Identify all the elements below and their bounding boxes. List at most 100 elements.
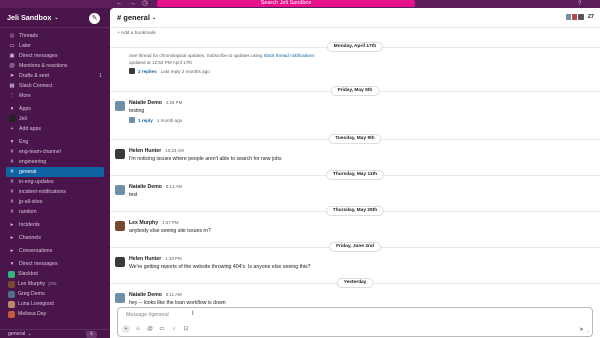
- apps-section-header[interactable]: ▾ Apps: [0, 104, 110, 114]
- add-bookmark-button[interactable]: + Add a bookmark: [117, 29, 156, 38]
- member-avatars[interactable]: 27: [564, 13, 594, 21]
- sidebar-channel-random[interactable]: # random: [0, 207, 110, 217]
- message-author[interactable]: Natalie Demo 8:11 AM: [129, 292, 182, 298]
- dm-label: Slackbot: [18, 271, 38, 277]
- sidebar-dm-luna-lovegood[interactable]: Luna Lovegood: [0, 299, 110, 309]
- message-author[interactable]: Natalie Demo 4:26 PM: [129, 100, 182, 106]
- message-author[interactable]: Helen Hunter 10:23 AM: [129, 148, 184, 154]
- date-pill[interactable]: Friday, June 2nd: [329, 242, 381, 252]
- channel-label: in-eng-updates: [19, 179, 54, 185]
- reply-count[interactable]: 1 reply: [138, 118, 153, 123]
- sidebar-item-label: Jeli: [19, 116, 27, 122]
- date-pill[interactable]: Tuesday, May 9th: [328, 134, 382, 144]
- channel-title[interactable]: # general: [117, 13, 150, 22]
- section-label: Channels: [19, 235, 41, 241]
- sidebar-item-direct-messages[interactable]: ▣ Direct messages: [0, 51, 110, 61]
- footer-channel-label: general: [8, 331, 26, 337]
- eng-section-header[interactable]: ▾ Eng: [0, 137, 110, 147]
- message-time[interactable]: 10:23 AM: [165, 148, 184, 153]
- avatar: [8, 280, 15, 288]
- date-divider: Monday, April 17th: [110, 42, 600, 52]
- hash-icon: #: [10, 149, 14, 155]
- message-time[interactable]: 8:13 AM: [166, 184, 182, 189]
- history-clock-icon[interactable]: ◷: [142, 0, 148, 8]
- section-label: Eng: [19, 139, 29, 145]
- help-icon[interactable]: ?: [578, 0, 581, 8]
- sidebar-dm-melissa-day[interactable]: Melissa Day: [0, 309, 110, 319]
- sidebar-item-threads[interactable]: ◎ Threads: [0, 31, 110, 41]
- channels-section-header[interactable]: ▸ Channels: [0, 233, 110, 243]
- sidebar-item-label: Mentions & reactions: [19, 63, 68, 69]
- sidebar-dm-lex-murphy[interactable]: Lex Murphy you: [0, 279, 110, 289]
- thread-replies[interactable]: 2 replies Last reply 2 months ago: [129, 68, 210, 74]
- conversations-section-header[interactable]: ▸ Conversations: [0, 246, 110, 256]
- sidebar-dm-slackbot[interactable]: Slackbot: [0, 269, 110, 279]
- message-text: We're getting reports of the website thr…: [129, 264, 311, 270]
- date-pill[interactable]: Thursday, May 11th: [325, 170, 385, 180]
- sidebar-item-label: Later: [19, 43, 31, 49]
- dm-label: Greg Demo: [18, 291, 45, 297]
- date-pill[interactable]: Monday, April 17th: [326, 42, 384, 52]
- hash-icon: #: [10, 189, 14, 195]
- mention-icon[interactable]: @: [146, 325, 154, 333]
- download-icon[interactable]: ⇩: [86, 331, 97, 338]
- reply-count[interactable]: 2 replies: [138, 69, 157, 74]
- sidebar-channel-in-eng-updates[interactable]: # in-eng-updates: [0, 177, 110, 187]
- date-pill[interactable]: Thursday, May 25th: [325, 206, 385, 216]
- video-icon[interactable]: ▭: [158, 325, 166, 333]
- date-divider: Friday, June 2nd: [110, 242, 600, 252]
- forward-arrow-icon[interactable]: →: [129, 0, 136, 8]
- back-arrow-icon[interactable]: ←: [116, 0, 123, 8]
- avatar: [129, 68, 135, 74]
- sidebar-channel-incident-notifications[interactable]: # incident-notifications: [0, 187, 110, 197]
- message-author[interactable]: Helen Hunter 1:33 PM: [129, 256, 182, 262]
- sidebar-channel-eng-team-channel[interactable]: # eng-team-channel: [0, 147, 110, 157]
- sidebar-item-add-apps[interactable]: + Add apps: [0, 124, 110, 134]
- message-input[interactable]: Message #general: [126, 312, 169, 318]
- message-time[interactable]: 8:11 AM: [166, 292, 182, 297]
- message-author[interactable]: Natalie Demo 8:13 AM: [129, 184, 182, 190]
- send-icon[interactable]: ➤: [579, 326, 584, 333]
- sidebar-item-mentions[interactable]: @ Mentions & reactions: [0, 61, 110, 71]
- date-pill[interactable]: Yesterday: [336, 278, 374, 288]
- microphone-icon[interactable]: ♪: [170, 325, 178, 333]
- shortcuts-icon[interactable]: ⊡: [182, 325, 190, 333]
- message-time[interactable]: 1:37 PM: [162, 220, 178, 225]
- member-count: 27: [587, 14, 594, 20]
- chevron-down-icon[interactable]: ⌄: [152, 15, 156, 21]
- message-text: I'm noticing issues where people aren't …: [129, 156, 282, 162]
- message-author[interactable]: Lex Murphy 1:37 PM: [129, 220, 178, 226]
- incidents-section-header[interactable]: ▸ Incidents: [0, 220, 110, 230]
- sidebar-item-drafts[interactable]: ➤ Drafts & sent 1: [0, 71, 110, 81]
- message-time[interactable]: 1:33 PM: [165, 256, 181, 261]
- threads-icon: ◎: [9, 33, 15, 39]
- date-pill[interactable]: Friday, May 5th: [330, 86, 380, 96]
- notifications-link[interactable]: Slack thread notifications: [263, 53, 314, 58]
- plus-icon[interactable]: +: [122, 325, 130, 333]
- sidebar-dm-greg-demo[interactable]: Greg Demo: [0, 289, 110, 299]
- message-time[interactable]: 4:26 PM: [166, 100, 182, 105]
- sidebar-channel-general[interactable]: # general: [6, 167, 104, 177]
- sidebar-item-later[interactable]: ▭ Later: [0, 41, 110, 51]
- sidebar-footer[interactable]: general ⌄ ⇩: [0, 329, 110, 338]
- compose-icon[interactable]: ✎: [89, 13, 100, 24]
- search-bar[interactable]: Search Jeli Sandbox: [157, 0, 415, 7]
- channel-label: engineering: [19, 159, 47, 165]
- sidebar-item-slack-connect[interactable]: ▦ Slack Connect: [0, 81, 110, 91]
- message-composer[interactable]: Message #general I + ☺ @ ▭ ♪ ⊡ ➤ ⌄: [117, 307, 593, 337]
- sidebar-item-label: Threads: [19, 33, 39, 39]
- dm-section-header[interactable]: ▾ Direct messages: [0, 259, 110, 269]
- sidebar-item-jeli[interactable]: Jeli: [0, 114, 110, 124]
- sidebar-item-more[interactable]: ⋮ More: [0, 91, 110, 101]
- thread-replies[interactable]: 1 reply 1 month ago: [129, 117, 182, 123]
- channel-label: eng-team-channel: [19, 149, 61, 155]
- emoji-icon[interactable]: ☺: [134, 325, 142, 333]
- sidebar-item-label: Slack Connect: [19, 83, 53, 89]
- caret-right-icon: ▸: [10, 235, 14, 241]
- hash-icon: #: [10, 159, 14, 165]
- sidebar-channel-jp-all-sites[interactable]: # jp-all-sites: [0, 197, 110, 207]
- messages-icon: ▣: [9, 53, 15, 59]
- chevron-down-icon[interactable]: ⌄: [587, 328, 590, 333]
- sidebar-channel-engineering[interactable]: # engineering: [0, 157, 110, 167]
- channel-header: # general ⌄ 27: [110, 8, 600, 28]
